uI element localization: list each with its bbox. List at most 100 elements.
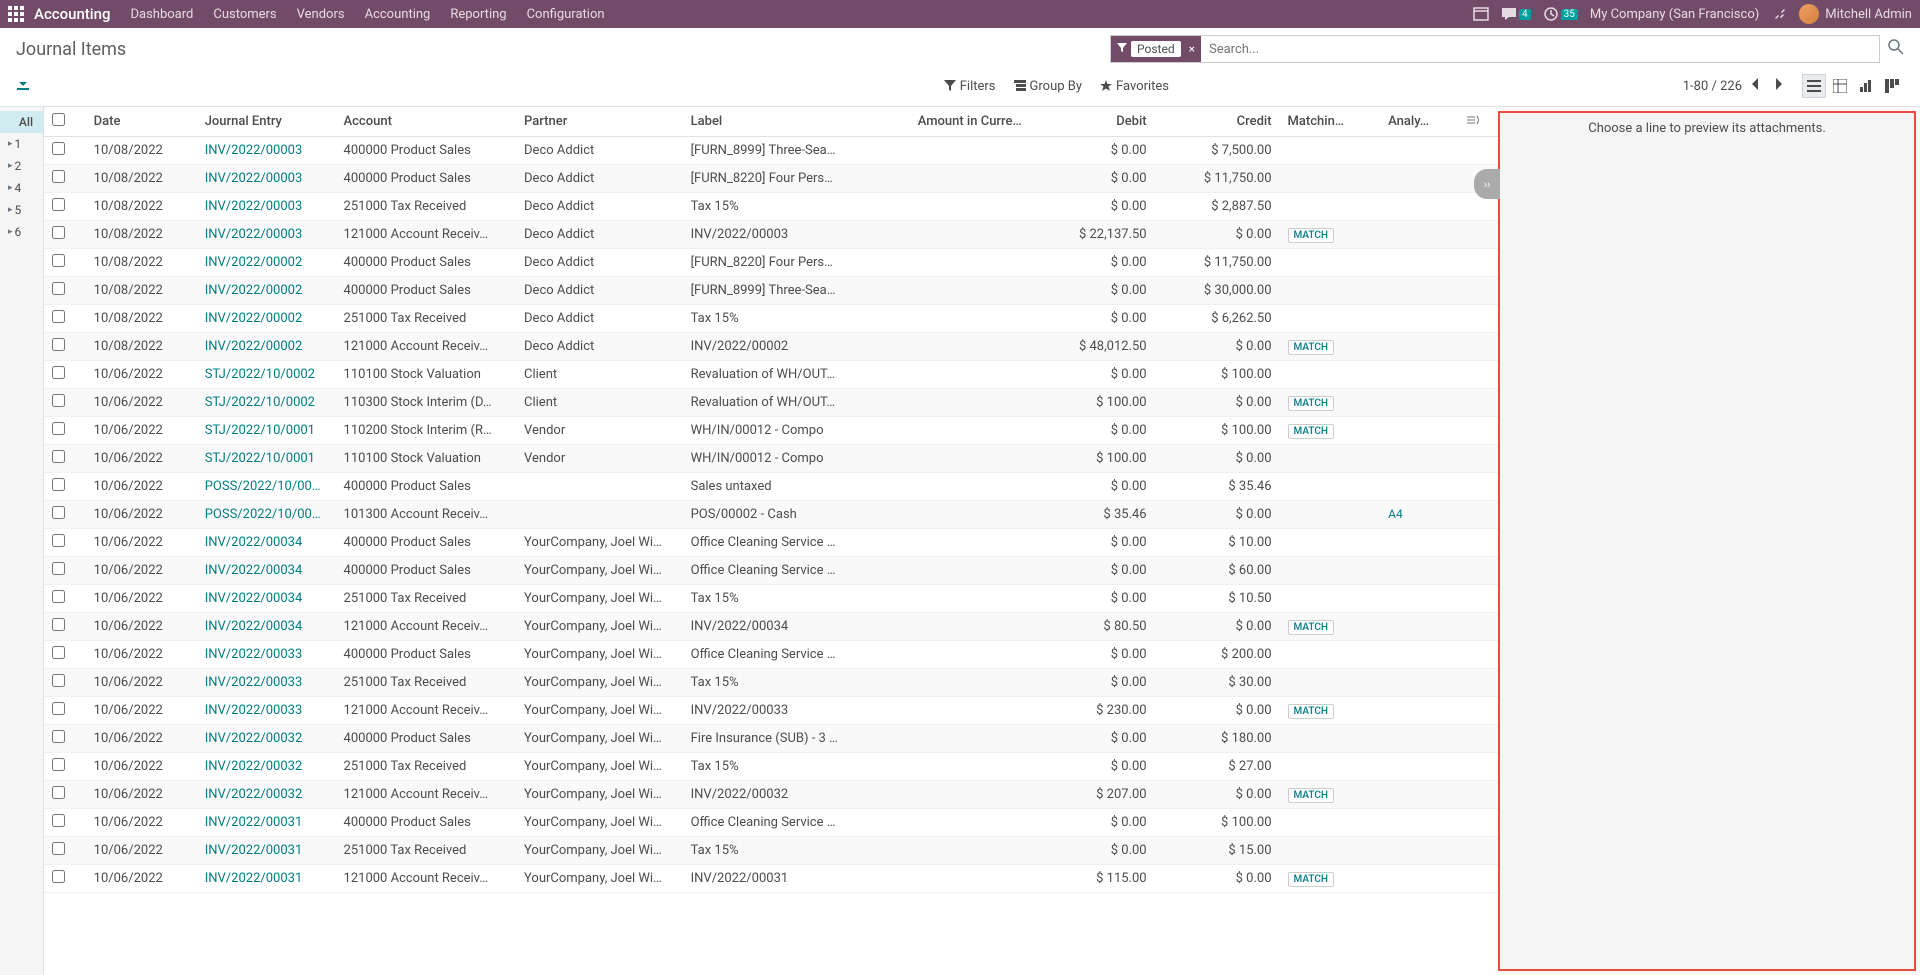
row-checkbox[interactable] [52,646,65,659]
journal-entry-link[interactable]: INV/2022/00033 [205,675,303,690]
graph-view-button[interactable] [1854,74,1878,98]
journal-entry-link[interactable]: INV/2022/00034 [205,563,303,578]
match-button[interactable]: MATCH [1288,424,1334,439]
col-account[interactable]: Account [336,107,516,137]
table-row[interactable]: 10/06/2022INV/2022/00033121000 Account R… [44,697,1498,725]
pager-next[interactable] [1770,76,1786,96]
journal-entry-link[interactable]: INV/2022/00031 [205,815,303,830]
journal-entry-link[interactable]: POSS/2022/10/00… [205,507,321,522]
journal-entry-link[interactable]: INV/2022/00003 [205,227,303,242]
journal-entry-link[interactable]: INV/2022/00031 [205,871,303,886]
match-button[interactable]: MATCH [1288,396,1334,411]
nav-item-customers[interactable]: Customers [213,7,276,22]
journal-entry-link[interactable]: STJ/2022/10/0002 [205,367,315,382]
col-amount[interactable]: Amount in Curre… [863,107,1030,137]
table-row[interactable]: 10/06/2022INV/2022/00031121000 Account R… [44,865,1498,893]
journal-entry-link[interactable]: INV/2022/00002 [205,283,303,298]
search-bar[interactable]: Posted × [1110,35,1880,63]
table-row[interactable]: 10/06/2022STJ/2022/10/0001110100 Stock V… [44,445,1498,473]
journal-entry-link[interactable]: STJ/2022/10/0001 [205,451,315,466]
journal-entry-link[interactable]: POSS/2022/10/00… [205,479,321,494]
select-all-checkbox[interactable] [52,113,65,126]
table-row[interactable]: 10/06/2022STJ/2022/10/0002110300 Stock I… [44,389,1498,417]
journal-entry-link[interactable]: INV/2022/00032 [205,787,303,802]
journal-entry-link[interactable]: STJ/2022/10/0001 [205,423,315,438]
journal-entry-link[interactable]: INV/2022/00034 [205,591,303,606]
table-row[interactable]: 10/06/2022INV/2022/00032400000 Product S… [44,725,1498,753]
row-checkbox[interactable] [52,842,65,855]
row-checkbox[interactable] [52,170,65,183]
sidebar-item-2[interactable]: ▸2 [0,155,43,177]
journal-entry-link[interactable]: INV/2022/00034 [205,619,303,634]
col-date[interactable]: Date [86,107,197,137]
row-checkbox[interactable] [52,870,65,883]
table-row[interactable]: 10/08/2022INV/2022/00002251000 Tax Recei… [44,305,1498,333]
table-row[interactable]: 10/06/2022POSS/2022/10/00…400000 Product… [44,473,1498,501]
row-checkbox[interactable] [52,394,65,407]
row-checkbox[interactable] [52,226,65,239]
table-row[interactable]: 10/08/2022INV/2022/00003251000 Tax Recei… [44,193,1498,221]
user-menu[interactable]: Mitchell Admin [1799,4,1912,24]
table-row[interactable]: 10/06/2022INV/2022/00034121000 Account R… [44,613,1498,641]
table-row[interactable]: 10/08/2022INV/2022/00003400000 Product S… [44,137,1498,165]
journal-entry-link[interactable]: INV/2022/00002 [205,255,303,270]
journal-entry-link[interactable]: INV/2022/00031 [205,843,303,858]
row-checkbox[interactable] [52,506,65,519]
col-credit[interactable]: Credit [1155,107,1280,137]
row-checkbox[interactable] [52,450,65,463]
row-checkbox[interactable] [52,618,65,631]
favorites-dropdown[interactable]: Favorites [1100,79,1169,94]
calendar-icon[interactable] [1473,6,1489,22]
groupby-dropdown[interactable]: Group By [1014,79,1083,94]
sidebar-item-all[interactable]: All [0,111,43,133]
row-checkbox[interactable] [52,310,65,323]
nav-item-dashboard[interactable]: Dashboard [130,7,193,22]
table-row[interactable]: 10/06/2022STJ/2022/10/0001110200 Stock I… [44,417,1498,445]
journal-entry-link[interactable]: INV/2022/00002 [205,311,303,326]
row-checkbox[interactable] [52,338,65,351]
table-row[interactable]: 10/06/2022INV/2022/00032251000 Tax Recei… [44,753,1498,781]
list-view-button[interactable] [1802,74,1826,98]
table-row[interactable]: 10/06/2022INV/2022/00033400000 Product S… [44,641,1498,669]
sidebar-item-1[interactable]: ▸1 [0,133,43,155]
row-checkbox[interactable] [52,422,65,435]
journal-entry-link[interactable]: INV/2022/00003 [205,199,303,214]
export-button[interactable] [16,77,30,95]
activities-icon[interactable]: 35 [1543,6,1578,22]
table-container[interactable]: Date Journal Entry Account Partner Label… [44,107,1498,975]
match-button[interactable]: MATCH [1288,620,1334,635]
table-row[interactable]: 10/06/2022STJ/2022/10/0002110100 Stock V… [44,361,1498,389]
row-checkbox[interactable] [52,814,65,827]
nav-item-accounting[interactable]: Accounting [365,7,431,22]
company-switcher[interactable]: My Company (San Francisco) [1590,7,1759,22]
journal-entry-link[interactable]: INV/2022/00002 [205,339,303,354]
journal-entry-link[interactable]: INV/2022/00003 [205,143,303,158]
row-checkbox[interactable] [52,366,65,379]
col-analytic[interactable]: Analy… [1380,107,1459,137]
row-checkbox[interactable] [52,674,65,687]
row-checkbox[interactable] [52,590,65,603]
row-checkbox[interactable] [52,786,65,799]
table-row[interactable]: 10/06/2022INV/2022/00034251000 Tax Recei… [44,585,1498,613]
table-row[interactable]: 10/06/2022INV/2022/00034400000 Product S… [44,557,1498,585]
row-checkbox[interactable] [52,254,65,267]
table-row[interactable]: 10/08/2022INV/2022/00002121000 Account R… [44,333,1498,361]
row-checkbox[interactable] [52,534,65,547]
sidebar-item-6[interactable]: ▸6 [0,221,43,243]
row-checkbox[interactable] [52,562,65,575]
journal-entry-link[interactable]: INV/2022/00003 [205,171,303,186]
filters-dropdown[interactable]: Filters [944,79,996,94]
nav-item-vendors[interactable]: Vendors [297,7,345,22]
row-checkbox[interactable] [52,730,65,743]
table-row[interactable]: 10/06/2022POSS/2022/10/00…101300 Account… [44,501,1498,529]
journal-entry-link[interactable]: INV/2022/00032 [205,759,303,774]
sidebar-item-5[interactable]: ▸5 [0,199,43,221]
journal-entry-link[interactable]: INV/2022/00032 [205,731,303,746]
pivot-view-button[interactable] [1828,74,1852,98]
table-row[interactable]: 10/06/2022INV/2022/00033251000 Tax Recei… [44,669,1498,697]
table-row[interactable]: 10/06/2022INV/2022/00031400000 Product S… [44,809,1498,837]
match-button[interactable]: MATCH [1288,704,1334,719]
col-partner[interactable]: Partner [516,107,683,137]
col-journal-entry[interactable]: Journal Entry [197,107,336,137]
facet-remove[interactable]: × [1185,42,1199,56]
